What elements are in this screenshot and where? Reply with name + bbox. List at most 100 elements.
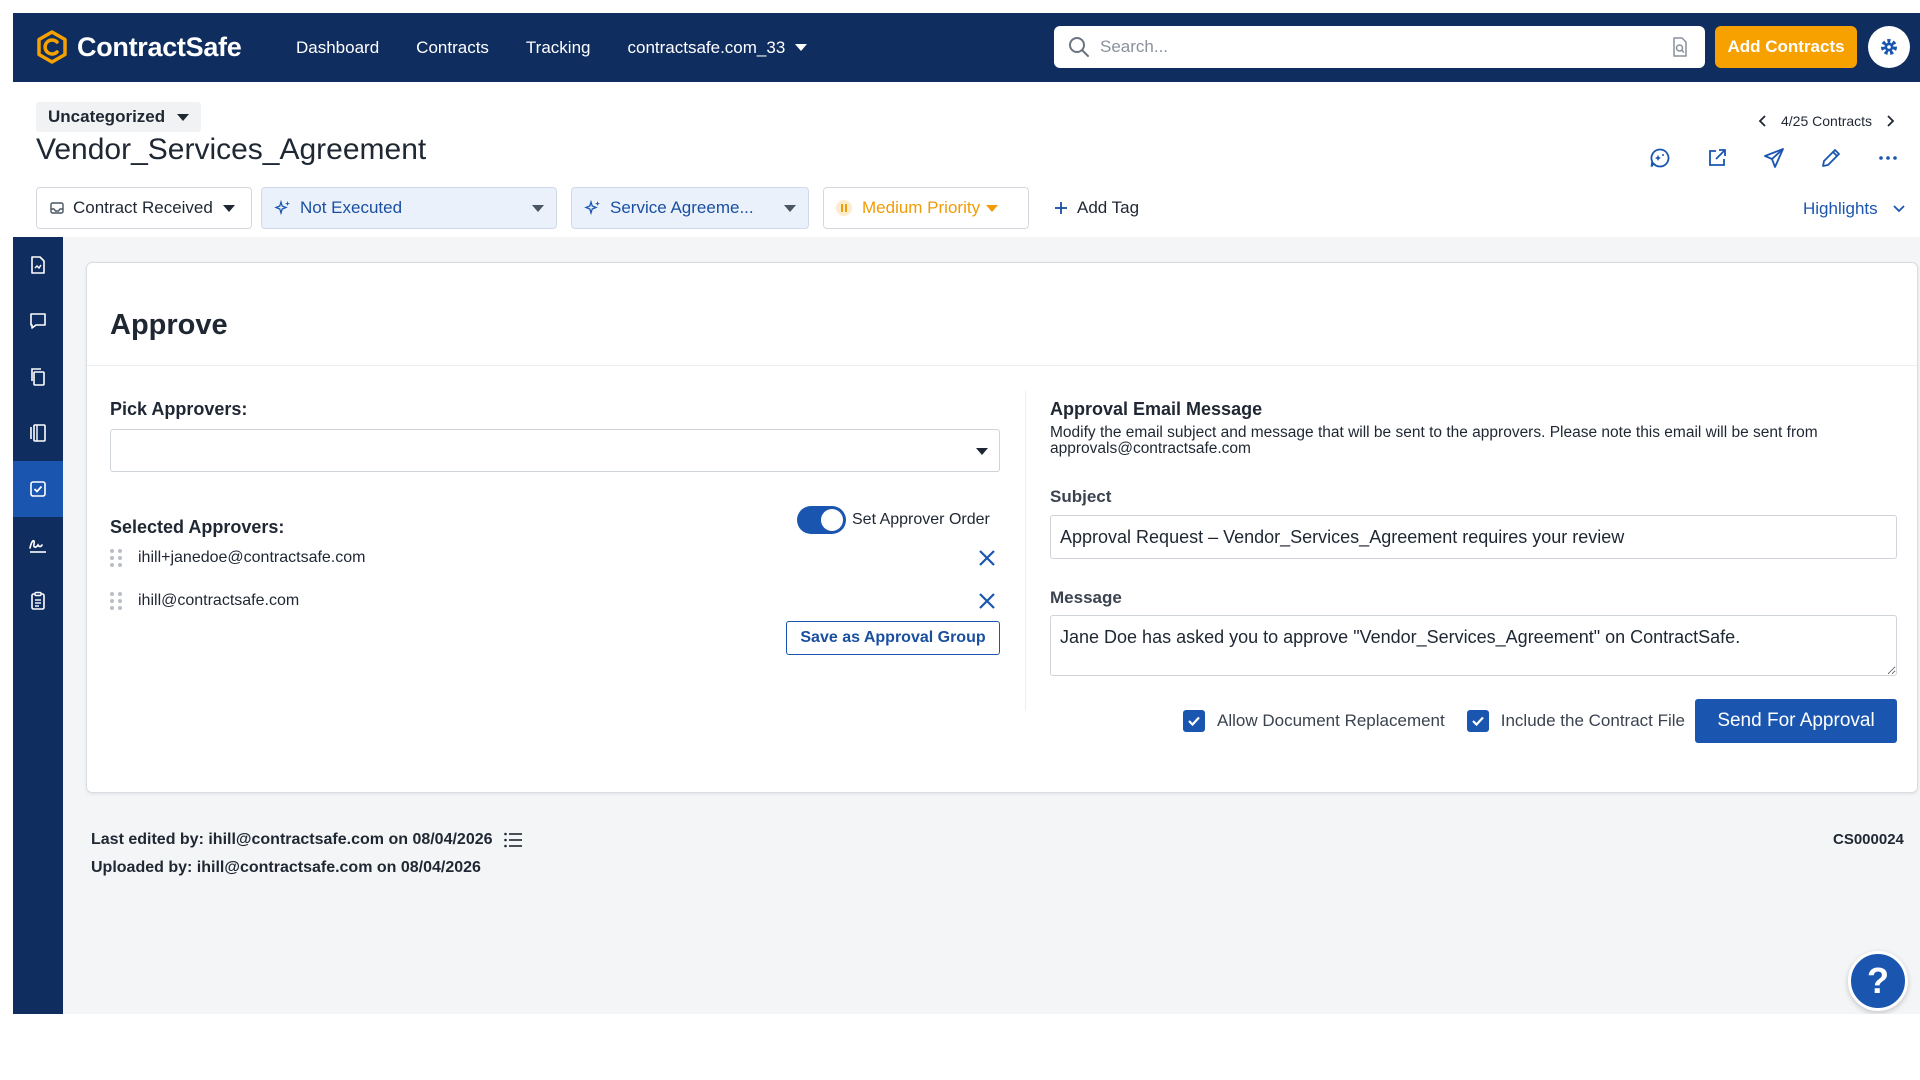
- execution-dropdown[interactable]: Not Executed: [261, 187, 557, 229]
- stage-dropdown[interactable]: Contract Received: [36, 187, 252, 229]
- allow-replacement-label: Allow Document Replacement: [1217, 711, 1445, 730]
- document-search-icon[interactable]: [1669, 36, 1691, 58]
- email-title: Approval Email Message: [1050, 399, 1263, 419]
- logo-text: ContractSafe: [77, 31, 242, 62]
- approver-email: ihill+janedoe@contractsafe.com: [138, 549, 366, 566]
- search-input[interactable]: [1100, 37, 1669, 57]
- priority-dropdown[interactable]: Medium Priority: [823, 187, 1029, 229]
- pick-approvers-label: Pick Approvers:: [110, 399, 248, 419]
- chevron-down-icon: [222, 204, 235, 212]
- sidebar-item-copies[interactable]: [13, 349, 63, 405]
- type-dropdown[interactable]: Service Agreeme...: [571, 187, 809, 229]
- sidebar-item-signature[interactable]: [13, 517, 63, 573]
- sidebar-item-versions[interactable]: [13, 405, 63, 461]
- versions-icon: [30, 424, 46, 442]
- send-for-approval-button[interactable]: Send For Approval: [1695, 699, 1897, 743]
- ai-chat-button[interactable]: [1649, 147, 1671, 169]
- message-label: Message: [1050, 588, 1122, 607]
- add-contracts-button[interactable]: Add Contracts: [1715, 26, 1857, 68]
- highlights-dropdown[interactable]: Highlights: [1803, 199, 1906, 219]
- inbox-icon: [50, 202, 64, 214]
- nav-contracts[interactable]: Contracts: [416, 38, 489, 58]
- edit-button[interactable]: [1820, 147, 1842, 169]
- approver-email: ihill@contractsafe.com: [138, 592, 300, 609]
- uploaded-info: Uploaded by: ihill@contractsafe.com on 0…: [91, 859, 481, 876]
- send-icon: [1764, 148, 1784, 168]
- sidebar-item-checklist[interactable]: [13, 573, 63, 629]
- save-approval-group-button[interactable]: Save as Approval Group: [786, 621, 1000, 655]
- more-icon: [1879, 156, 1897, 160]
- sidebar-item-comments[interactable]: [13, 293, 63, 349]
- sidebar: [13, 237, 63, 1014]
- search-bar: [1054, 26, 1705, 68]
- drag-handle-icon[interactable]: [110, 591, 124, 611]
- page-title: Vendor_Services_Agreement: [36, 133, 427, 166]
- close-icon[interactable]: [976, 547, 998, 569]
- approver-order-toggle[interactable]: [797, 506, 846, 534]
- divider: [87, 365, 1917, 366]
- sidebar-item-document[interactable]: [13, 237, 63, 293]
- open-external-icon: [1709, 149, 1726, 166]
- copy-icon: [31, 368, 45, 386]
- chevron-left-icon[interactable]: [1757, 114, 1769, 128]
- search-icon: [1069, 37, 1089, 57]
- settings-button[interactable]: [1868, 26, 1910, 68]
- approver-order-label: Set Approver Order: [852, 511, 990, 528]
- approver-order-control: Set Approver Order: [797, 506, 990, 534]
- execution-label: Not Executed: [300, 198, 403, 217]
- list-item: ihill@contractsafe.com: [110, 586, 1000, 616]
- nav-dashboard[interactable]: Dashboard: [296, 38, 379, 58]
- subject-label: Subject: [1050, 487, 1112, 506]
- logo[interactable]: ContractSafe: [35, 30, 242, 64]
- account-name: contractsafe.com_33: [627, 37, 786, 57]
- more-button[interactable]: [1877, 147, 1899, 169]
- sparkle-icon: [274, 199, 290, 216]
- subject-field[interactable]: [1050, 515, 1897, 559]
- include-file-label: Include the Contract File: [1500, 711, 1685, 730]
- header-actions: [1649, 147, 1899, 169]
- category-label: Uncategorized: [48, 107, 166, 126]
- open-external-button[interactable]: [1706, 147, 1728, 169]
- stage-label: Contract Received: [73, 198, 213, 217]
- ai-chat-icon: [1650, 148, 1670, 168]
- chevron-down-icon: [784, 204, 796, 212]
- plus-icon: [1055, 202, 1067, 214]
- priority-icon: [836, 200, 852, 216]
- list-icon[interactable]: [503, 831, 523, 849]
- sparkle-icon: [584, 199, 600, 216]
- chevron-down-icon: [177, 113, 190, 121]
- include-file-checkbox[interactable]: Include the Contract File: [1466, 710, 1685, 732]
- contract-id: CS000024: [1833, 831, 1904, 848]
- pick-approvers-select[interactable]: [110, 429, 1000, 472]
- allow-replacement-checkbox[interactable]: Allow Document Replacement: [1183, 710, 1445, 732]
- checklist-icon: [31, 591, 45, 610]
- top-nav: ContractSafe Dashboard Contracts Trackin…: [13, 13, 1920, 82]
- column-divider: [1025, 391, 1026, 711]
- nav-links: Dashboard Contracts Tracking contractsaf…: [296, 13, 844, 82]
- card-title: Approve: [110, 309, 228, 341]
- approve-card: Approve Pick Approvers: Selected Approve…: [86, 262, 1918, 793]
- document-icon: [31, 256, 45, 274]
- status-row: Contract Received Not Executed Service A…: [36, 187, 1139, 229]
- message-field[interactable]: Jane Doe has asked you to approve "Vendo…: [1050, 615, 1897, 676]
- gear-icon: [1881, 39, 1897, 55]
- chevron-right-icon[interactable]: [1884, 114, 1896, 128]
- nav-tracking[interactable]: Tracking: [526, 38, 591, 58]
- chevron-down-icon: [976, 448, 988, 455]
- help-button[interactable]: ?: [1848, 951, 1908, 1011]
- chevron-down-icon: [795, 44, 808, 51]
- signature-icon: [29, 539, 46, 553]
- app-window: ContractSafe Dashboard Contracts Trackin…: [13, 13, 1920, 1014]
- close-icon[interactable]: [976, 590, 998, 612]
- account-dropdown[interactable]: contractsafe.com_33: [627, 37, 808, 58]
- comment-icon: [30, 313, 46, 329]
- category-dropdown[interactable]: Uncategorized: [36, 102, 202, 132]
- add-tag-button[interactable]: Add Tag: [1053, 198, 1139, 218]
- highlights-label: Highlights: [1803, 199, 1878, 218]
- edit-icon: [1822, 149, 1840, 167]
- last-edited-info: Last edited by: ihill@contractsafe.com o…: [91, 831, 523, 849]
- sidebar-item-approve[interactable]: [13, 461, 63, 517]
- last-edited-text: Last edited by: ihill@contractsafe.com o…: [91, 831, 493, 848]
- send-button[interactable]: [1763, 147, 1785, 169]
- drag-handle-icon[interactable]: [110, 548, 124, 568]
